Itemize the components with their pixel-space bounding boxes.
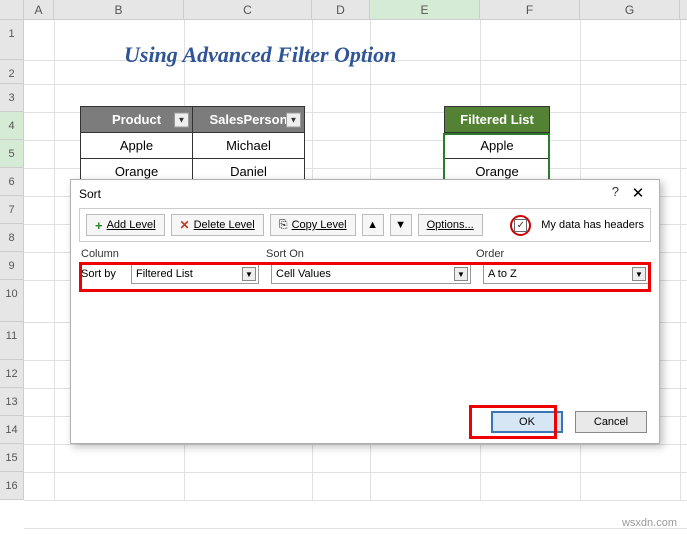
th-salesperson: SalesPerson▼ bbox=[193, 107, 305, 133]
help-icon[interactable]: ? bbox=[612, 184, 619, 199]
cell[interactable]: Apple bbox=[81, 133, 193, 159]
th-filtered: Filtered List bbox=[445, 107, 550, 133]
sort-row: Sort by Filtered List▼ Cell Values▼ A to… bbox=[81, 262, 649, 286]
row-header[interactable]: 7 bbox=[0, 196, 24, 224]
chevron-down-icon: ▼ bbox=[632, 267, 646, 281]
ok-button[interactable]: OK bbox=[491, 411, 563, 433]
delete-level-button[interactable]: ✕Delete Level bbox=[171, 214, 264, 236]
copy-level-button[interactable]: ⎘Copy Level bbox=[270, 214, 356, 236]
dialog-title: Sort bbox=[79, 187, 101, 201]
chevron-down-icon: ▼ bbox=[454, 267, 468, 281]
cancel-button[interactable]: Cancel bbox=[575, 411, 647, 433]
page-title: Using Advanced Filter Option bbox=[124, 42, 396, 68]
row-header[interactable]: 5 bbox=[0, 140, 24, 168]
row-header[interactable]: 15 bbox=[0, 444, 24, 472]
row-header[interactable]: 10 bbox=[0, 280, 24, 322]
headers-checkbox-label: My data has headers bbox=[541, 219, 644, 231]
x-icon: ✕ bbox=[180, 218, 190, 232]
row-header[interactable]: 13 bbox=[0, 388, 24, 416]
row-header[interactable]: 16 bbox=[0, 472, 24, 500]
col-header[interactable]: A bbox=[24, 0, 54, 19]
th-product: Product▼ bbox=[81, 107, 193, 133]
sort-on-select[interactable]: Cell Values▼ bbox=[271, 264, 471, 284]
options-button[interactable]: Options... bbox=[418, 214, 483, 236]
row-headers: 12345678910111213141516 bbox=[0, 20, 24, 500]
plus-icon: + bbox=[95, 218, 103, 233]
cell[interactable]: Apple bbox=[445, 133, 550, 159]
row-header[interactable]: 9 bbox=[0, 252, 24, 280]
add-level-button[interactable]: +Add Level bbox=[86, 214, 165, 236]
move-down-button[interactable]: ▼ bbox=[390, 214, 412, 236]
sort-dialog: Sort ? ✕ +Add Level ✕Delete Level ⎘Copy … bbox=[70, 179, 660, 444]
annotation-ring: ✓ bbox=[510, 215, 531, 236]
row-header[interactable]: 14 bbox=[0, 416, 24, 444]
close-icon[interactable]: ✕ bbox=[623, 182, 653, 204]
chevron-down-icon: ▼ bbox=[242, 267, 256, 281]
filter-dropdown-icon[interactable]: ▼ bbox=[174, 112, 189, 127]
row-header[interactable]: 1 bbox=[0, 20, 24, 60]
sort-column-headers: Column Sort On Order bbox=[81, 248, 649, 260]
col-header[interactable]: F bbox=[480, 0, 580, 19]
filtered-table: Filtered List Apple Orange bbox=[444, 106, 550, 185]
col-header[interactable]: D bbox=[312, 0, 370, 19]
sort-column-select[interactable]: Filtered List▼ bbox=[131, 264, 259, 284]
col-header[interactable]: G bbox=[580, 0, 680, 19]
dialog-titlebar[interactable]: Sort ? ✕ bbox=[71, 180, 659, 208]
row-header[interactable]: 12 bbox=[0, 360, 24, 388]
copy-icon: ⎘ bbox=[279, 219, 288, 232]
row-header[interactable]: 11 bbox=[0, 322, 24, 360]
dialog-toolbar: +Add Level ✕Delete Level ⎘Copy Level ▲ ▼… bbox=[79, 208, 651, 242]
select-all-corner[interactable] bbox=[0, 0, 24, 19]
sort-order-select[interactable]: A to Z▼ bbox=[483, 264, 649, 284]
row-header[interactable]: 6 bbox=[0, 168, 24, 196]
cell[interactable]: Michael bbox=[193, 133, 305, 159]
dialog-buttons: OK Cancel bbox=[491, 411, 647, 433]
row-header[interactable]: 2 bbox=[0, 60, 24, 84]
column-headers: ABCDEFG bbox=[0, 0, 687, 20]
col-header[interactable]: C bbox=[184, 0, 312, 19]
col-header[interactable]: E bbox=[370, 0, 480, 19]
row-header[interactable]: 8 bbox=[0, 224, 24, 252]
col-header[interactable]: B bbox=[54, 0, 184, 19]
row-header[interactable]: 4 bbox=[0, 112, 24, 140]
move-up-button[interactable]: ▲ bbox=[362, 214, 384, 236]
watermark: wsxdn.com bbox=[622, 517, 677, 529]
sort-by-label: Sort by bbox=[81, 268, 131, 280]
headers-checkbox[interactable]: ✓ bbox=[514, 219, 527, 232]
filter-dropdown-icon[interactable]: ▼ bbox=[286, 112, 301, 127]
row-header[interactable]: 3 bbox=[0, 84, 24, 112]
